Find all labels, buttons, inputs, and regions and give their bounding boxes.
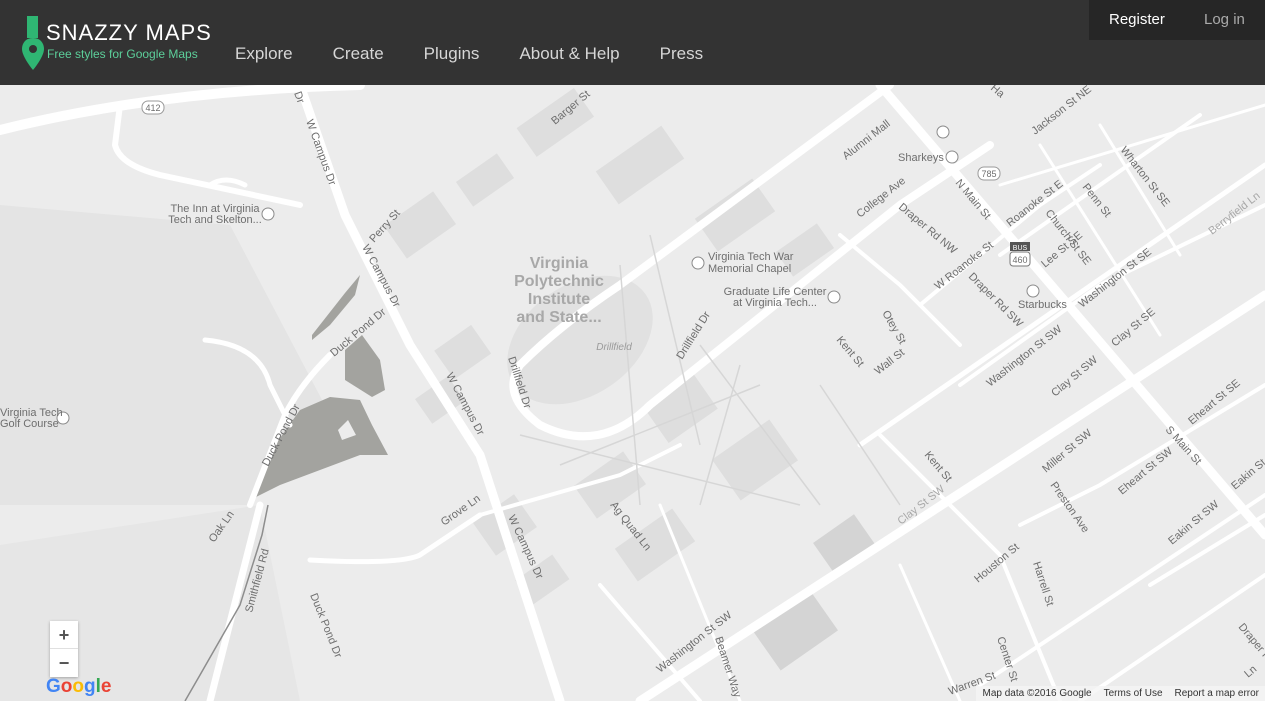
- route-785-shield: 785: [977, 166, 1001, 181]
- register-link[interactable]: Register: [1109, 11, 1165, 28]
- chapel-label-line2: Memorial Chapel: [708, 263, 791, 275]
- brand-logo[interactable]: SNAZZY MAPS Free styles for Google Maps: [18, 14, 211, 74]
- map-canvas[interactable]: 412 785 BUS 460 Virginia Polytechnic Ins…: [0, 85, 1265, 701]
- account-box: Register Log in: [1089, 0, 1265, 40]
- zoom-out-button[interactable]: −: [50, 649, 78, 677]
- nav-explore[interactable]: Explore: [235, 44, 293, 64]
- map-svg[interactable]: 412 785 BUS 460 Virginia Polytechnic Ins…: [0, 85, 1265, 701]
- report-error-link[interactable]: Report a map error: [1175, 688, 1259, 699]
- svg-text:Institute: Institute: [528, 291, 590, 308]
- sharkeys-label: Sharkeys: [898, 152, 944, 164]
- map-data-credit: Map data ©2016 Google: [982, 688, 1092, 699]
- google-logo[interactable]: Google: [46, 676, 111, 698]
- golf-label-line2: Golf Course: [0, 418, 59, 430]
- google-logo-e: e: [100, 676, 112, 697]
- sharkeys-poi-icon: [945, 150, 959, 164]
- brand-title: SNAZZY MAPS: [46, 20, 212, 45]
- grad-center-label-line2: at Virginia Tech...: [733, 297, 817, 309]
- grad-center-poi-icon: [827, 290, 841, 304]
- svg-text:Polytechnic: Polytechnic: [514, 273, 604, 290]
- main-nav: Explore Create Plugins About & Help Pres…: [235, 44, 743, 64]
- drillfield-label: Drillfield: [596, 342, 632, 353]
- zoom-in-button[interactable]: +: [50, 621, 78, 649]
- site-header: SNAZZY MAPS Free styles for Google Maps …: [0, 0, 1265, 85]
- nav-about-help[interactable]: About & Help: [519, 44, 619, 64]
- svg-text:Virginia: Virginia: [530, 255, 588, 272]
- svg-text:412: 412: [145, 103, 160, 113]
- inn-label-line2: Tech and Skelton...: [168, 214, 262, 226]
- starbucks-label: Starbucks: [1018, 299, 1067, 311]
- google-logo-g2: g: [84, 676, 96, 697]
- login-link[interactable]: Log in: [1204, 11, 1245, 28]
- chapel-label-line1: Virginia Tech War: [708, 251, 794, 263]
- nav-press[interactable]: Press: [660, 44, 703, 64]
- google-logo-o2: o: [72, 676, 84, 697]
- nav-plugins[interactable]: Plugins: [424, 44, 480, 64]
- bus-460-shield: BUS 460: [1009, 242, 1031, 267]
- terms-of-use-link[interactable]: Terms of Use: [1104, 688, 1163, 699]
- hotel-poi-icon: [261, 207, 275, 221]
- svg-text:785: 785: [981, 169, 996, 179]
- restaurant-poi-icon: [936, 125, 950, 139]
- map-attribution: Map data ©2016 Google Terms of Use Repor…: [976, 686, 1265, 701]
- map-pin-icon: [22, 16, 44, 70]
- google-logo-g1: G: [46, 676, 61, 697]
- zoom-control: + −: [50, 621, 78, 677]
- svg-text:and State...: and State...: [516, 309, 601, 326]
- brand-tagline: Free styles for Google Maps: [47, 47, 198, 61]
- google-logo-o1: o: [60, 676, 73, 697]
- nav-create[interactable]: Create: [333, 44, 384, 64]
- route-412-shield: 412: [141, 100, 165, 115]
- chapel-poi-icon: [691, 256, 705, 270]
- svg-text:BUS: BUS: [1013, 245, 1028, 252]
- svg-text:460: 460: [1012, 255, 1027, 265]
- starbucks-poi-icon: [1026, 284, 1040, 298]
